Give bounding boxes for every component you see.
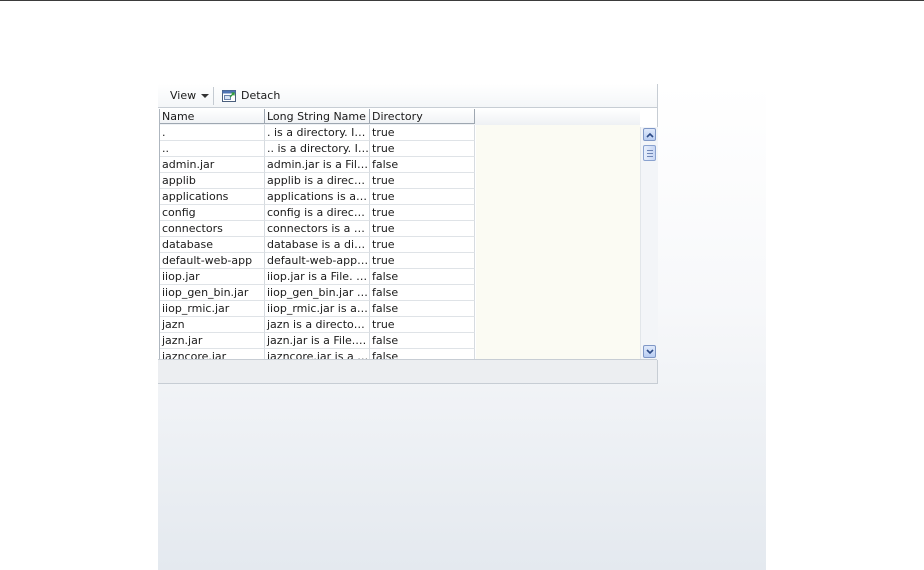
- table-header: Name Long String Name Directory: [160, 109, 640, 125]
- cell-directory: true: [370, 221, 475, 237]
- table-row[interactable]: admin.jar admin.jar is a File. ... false: [160, 157, 640, 173]
- cell-long-string-name: jazncore.jar is a Fil...: [265, 349, 370, 359]
- chevron-up-icon: [645, 132, 654, 138]
- cell-directory: true: [370, 141, 475, 157]
- table-row[interactable]: jazn jazn is a directory,... true: [160, 317, 640, 333]
- cell-long-string-name: jazn.jar is a File. It...: [265, 333, 370, 349]
- cell-long-string-name: iiop_rmic.jar is a Fil...: [265, 301, 370, 317]
- cell-directory: true: [370, 317, 475, 333]
- cell-directory: true: [370, 173, 475, 189]
- cell-name: connectors: [160, 221, 265, 237]
- cell-name: jazn.jar: [160, 333, 265, 349]
- cell-directory: true: [370, 189, 475, 205]
- scroll-down-button[interactable]: [643, 345, 656, 358]
- cell-name: database: [160, 237, 265, 253]
- cell-name: iiop_gen_bin.jar: [160, 285, 265, 301]
- view-menu-button[interactable]: View: [166, 84, 213, 108]
- cell-directory: true: [370, 237, 475, 253]
- table-row[interactable]: connectors connectors is a dir... true: [160, 221, 640, 237]
- chevron-down-icon: [645, 348, 654, 354]
- scroll-up-button[interactable]: [643, 128, 656, 141]
- vertical-scrollbar[interactable]: [640, 127, 658, 360]
- cell-long-string-name: applications is a dir...: [265, 189, 370, 205]
- column-header-long-string-name[interactable]: Long String Name: [265, 109, 370, 124]
- cell-name: iiop_rmic.jar: [160, 301, 265, 317]
- cell-directory: false: [370, 269, 475, 285]
- cell-long-string-name: config is a director...: [265, 205, 370, 221]
- file-table: Name Long String Name Directory .. is a …: [159, 109, 640, 359]
- table-body: .. is a directory. It ... true .... is a …: [160, 125, 640, 359]
- cell-name: applications: [160, 189, 265, 205]
- table-row[interactable]: .. is a directory. It ... true: [160, 125, 640, 141]
- table-footer: [158, 359, 657, 383]
- cell-directory: false: [370, 301, 475, 317]
- cell-name: .: [160, 125, 265, 141]
- column-header-directory[interactable]: Directory: [370, 109, 475, 124]
- cell-directory: false: [370, 157, 475, 173]
- cell-long-string-name: database is a direc...: [265, 237, 370, 253]
- cell-name: admin.jar: [160, 157, 265, 173]
- cell-directory: true: [370, 205, 475, 221]
- cell-directory: false: [370, 333, 475, 349]
- cell-long-string-name: admin.jar is a File. ...: [265, 157, 370, 173]
- cell-long-string-name: jazn is a directory,...: [265, 317, 370, 333]
- table-row[interactable]: jazncore.jar jazncore.jar is a Fil... fals…: [160, 349, 640, 359]
- table-panel: View Detach Name Long String Name Direct…: [158, 84, 658, 384]
- table-row[interactable]: iiop_rmic.jariiop_rmic.jar is a Fil...fa…: [160, 301, 640, 317]
- cell-name: jazncore.jar: [160, 349, 265, 359]
- cell-name: default-web-app: [160, 253, 265, 269]
- cell-name: jazn: [160, 317, 265, 333]
- cell-directory: false: [370, 285, 475, 301]
- detach-label: Detach: [241, 89, 281, 102]
- toolbar-separator: [213, 87, 214, 105]
- cell-long-string-name: default-web-app is...: [265, 253, 370, 269]
- top-divider: [0, 0, 924, 1]
- table-row[interactable]: jazn.jar jazn.jar is a File. It... false: [160, 333, 640, 349]
- cell-long-string-name: . is a directory. It ...: [265, 125, 370, 141]
- cell-directory: true: [370, 125, 475, 141]
- cell-long-string-name: applib is a director...: [265, 173, 370, 189]
- table-row[interactable]: iiop.jar iiop.jar is a File. It ... false: [160, 269, 640, 285]
- cell-directory: false: [370, 349, 475, 359]
- table-toolbar: View Detach: [158, 84, 657, 108]
- table-row[interactable]: applicationsapplications is a dir...true: [160, 189, 640, 205]
- cell-name: iiop.jar: [160, 269, 265, 285]
- cell-name: ..: [160, 141, 265, 157]
- table-row[interactable]: .... is a directory. It... true: [160, 141, 640, 157]
- column-header-name[interactable]: Name: [160, 109, 265, 124]
- cell-long-string-name: iiop_gen_bin.jar is ...: [265, 285, 370, 301]
- view-menu-label: View: [170, 89, 197, 102]
- cell-long-string-name: .. is a directory. It...: [265, 141, 370, 157]
- table-row[interactable]: iiop_gen_bin.jar iiop_gen_bin.jar is ... f…: [160, 285, 640, 301]
- table-row[interactable]: config config is a director... true: [160, 205, 640, 221]
- table-row[interactable]: applib applib is a director... true: [160, 173, 640, 189]
- cell-name: applib: [160, 173, 265, 189]
- detach-window-icon: [222, 90, 236, 102]
- cell-directory: true: [370, 253, 475, 269]
- table-row[interactable]: default-web-app default-web-app is... true: [160, 253, 640, 269]
- chevron-down-icon: [201, 94, 210, 98]
- cell-name: config: [160, 205, 265, 221]
- cell-long-string-name: connectors is a dir...: [265, 221, 370, 237]
- cell-long-string-name: iiop.jar is a File. It ...: [265, 269, 370, 285]
- scroll-thumb[interactable]: [643, 145, 656, 161]
- table-row[interactable]: databasedatabase is a direc...true: [160, 237, 640, 253]
